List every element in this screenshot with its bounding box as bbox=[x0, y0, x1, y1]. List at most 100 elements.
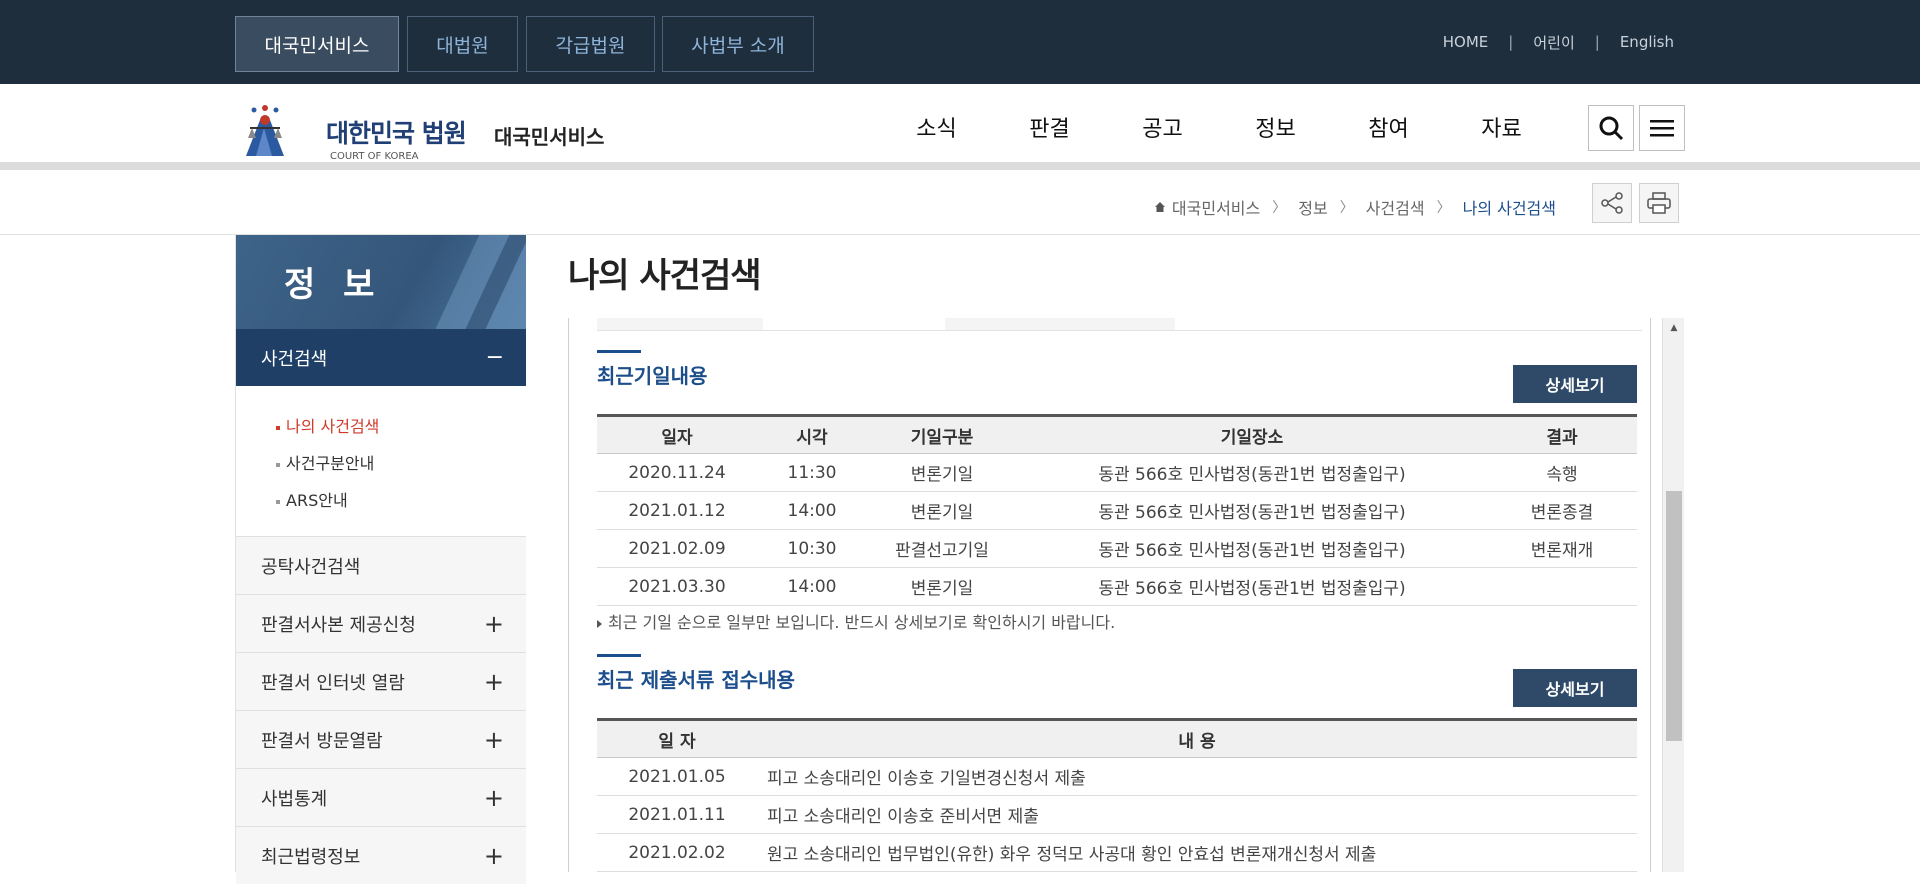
hearing-time: 14:00 bbox=[757, 567, 867, 606]
submenu-label: 나의 사건검색 bbox=[286, 417, 380, 436]
hearings-section-title: 최근기일내용 bbox=[597, 364, 708, 388]
bullet bbox=[276, 425, 280, 430]
utility-links: HOME | 어린이 | English bbox=[1443, 0, 1674, 84]
panel-scrollbar[interactable]: ▲ bbox=[1662, 318, 1684, 872]
nav-notice[interactable]: 공고 bbox=[1106, 84, 1219, 170]
nav-judgment[interactable]: 판결 bbox=[993, 84, 1106, 170]
hamburger-icon bbox=[1650, 120, 1674, 137]
nav-info[interactable]: 정보 bbox=[1219, 84, 1332, 170]
column-header: 일자 bbox=[597, 414, 757, 454]
hearing-result: 속행 bbox=[1487, 453, 1637, 492]
search-button[interactable] bbox=[1588, 105, 1634, 151]
filing-date: 2021.01.05 bbox=[597, 757, 757, 796]
main-nav: 소식 판결 공고 정보 참여 자료 bbox=[880, 84, 1558, 170]
sidebar-title: 정 보 bbox=[284, 265, 383, 305]
hearing-type: 변론기일 bbox=[867, 491, 1017, 530]
nav-participation[interactable]: 참여 bbox=[1332, 84, 1445, 170]
column-header: 결과 bbox=[1487, 414, 1637, 454]
breadcrumb-item[interactable]: 사건검색 bbox=[1366, 195, 1425, 219]
filings-detail-button[interactable]: 상세보기 bbox=[1513, 669, 1637, 707]
breadcrumb-item[interactable]: 정보 bbox=[1298, 195, 1327, 219]
hearings-detail-button[interactable]: 상세보기 bbox=[1513, 365, 1637, 403]
tab-placeholder[interactable] bbox=[597, 318, 763, 330]
hearing-date: 2021.01.12 bbox=[597, 491, 757, 530]
sidebar-item-label: 공탁사건검색 bbox=[261, 556, 361, 578]
tab-courts[interactable]: 각급법원 bbox=[526, 16, 655, 72]
logo-title: 대한민국 법원 bbox=[326, 119, 467, 148]
sidebar-item-label: 판결서사본 제공신청 bbox=[261, 614, 416, 636]
tab-strip bbox=[597, 318, 1642, 331]
expand-icon: + bbox=[483, 667, 504, 696]
sidebar-item-judgment-visit[interactable]: 판결서 방문열람 + bbox=[236, 710, 526, 768]
hearing-date: 2020.11.24 bbox=[597, 453, 757, 492]
section-marker bbox=[597, 350, 641, 353]
note-text: 최근 기일 순으로 일부만 보입니다. 반드시 상세보기로 확인하시기 바랍니다… bbox=[608, 613, 1116, 632]
sidebar-item-label: 최근법령정보 bbox=[261, 846, 361, 868]
submenu-case-type-guide[interactable]: 사건구분안내 bbox=[276, 450, 374, 474]
hearing-place: 동관 566호 민사법정(동관1번 법정출입구) bbox=[1017, 453, 1487, 492]
english-link[interactable]: English bbox=[1620, 33, 1674, 51]
table-row: 2021.01.12 14:00 변론기일 동관 566호 민사법정(동관1번 … bbox=[597, 491, 1637, 530]
share-button[interactable] bbox=[1592, 183, 1632, 223]
column-header: 기일구분 bbox=[867, 414, 1017, 454]
print-button[interactable] bbox=[1639, 183, 1679, 223]
expand-icon: + bbox=[483, 725, 504, 754]
sidebar-item-case-search[interactable]: 사건검색 − bbox=[236, 329, 526, 386]
scroll-up-arrow-icon[interactable]: ▲ bbox=[1663, 318, 1685, 338]
chevron-right-icon: 〉 bbox=[1436, 199, 1451, 216]
hearing-result bbox=[1487, 567, 1637, 606]
table-header-row: 일 자 내 용 bbox=[597, 718, 1637, 758]
submenu-my-case-search[interactable]: 나의 사건검색 bbox=[276, 413, 379, 437]
sidebar-item-judgment-copy[interactable]: 판결서사본 제공신청 + bbox=[236, 594, 526, 652]
court-logo[interactable]: 대한민국 법원 COURT OF KOREA 대국민서비스 bbox=[234, 94, 614, 164]
hearing-date: 2021.03.30 bbox=[597, 567, 757, 606]
filing-date: 2021.01.11 bbox=[597, 795, 757, 834]
filing-content: 원고 소송대리인 법무법인(유한) 화우 정덕모 사공대 황인 안효섭 변론재개… bbox=[757, 833, 1637, 872]
table-row: 2020.11.24 11:30 변론기일 동관 566호 민사법정(동관1번 … bbox=[597, 453, 1637, 492]
breadcrumb: 대국민서비스 〉 정보 〉 사건검색 〉 나의 사건검색 bbox=[1154, 178, 1556, 235]
kids-link[interactable]: 어린이 bbox=[1533, 32, 1574, 53]
expand-icon: + bbox=[483, 609, 504, 638]
scroll-thumb[interactable] bbox=[1666, 491, 1682, 741]
hearing-time: 10:30 bbox=[757, 529, 867, 568]
search-icon bbox=[1599, 116, 1624, 141]
sidebar-item-label: 판결서 인터넷 열람 bbox=[261, 672, 405, 694]
hearing-place: 동관 566호 민사법정(동관1번 법정출입구) bbox=[1017, 529, 1487, 568]
sidebar-header: 정 보 bbox=[236, 235, 526, 329]
bullet bbox=[276, 499, 280, 504]
tab-public-service[interactable]: 대국민서비스 bbox=[235, 16, 399, 72]
home-icon[interactable] bbox=[1154, 201, 1166, 213]
hearings-note: 최근 기일 순으로 일부만 보입니다. 반드시 상세보기로 확인하시기 바랍니다… bbox=[597, 609, 1115, 633]
tab-supreme-court[interactable]: 대법원 bbox=[407, 16, 518, 72]
separator: | bbox=[1508, 33, 1514, 51]
filing-date: 2021.02.02 bbox=[597, 833, 757, 872]
tab-placeholder[interactable] bbox=[945, 318, 1175, 330]
submenu-ars-guide[interactable]: ARS안내 bbox=[276, 487, 348, 511]
sidebar-item-judgment-online[interactable]: 판결서 인터넷 열람 + bbox=[236, 652, 526, 710]
hearing-place: 동관 566호 민사법정(동관1번 법정출입구) bbox=[1017, 567, 1487, 606]
hearing-result: 변론재개 bbox=[1487, 529, 1637, 568]
nav-materials[interactable]: 자료 bbox=[1445, 84, 1558, 170]
submenu-label: ARS안내 bbox=[286, 491, 348, 510]
hearings-table: 일자 시각 기일구분 기일장소 결과 2020.11.24 11:30 변론기일… bbox=[597, 414, 1637, 606]
column-header: 일 자 bbox=[597, 718, 757, 758]
sidebar-item-deposit-search[interactable]: 공탁사건검색 bbox=[236, 536, 526, 594]
tab-judiciary-intro[interactable]: 사법부 소개 bbox=[662, 16, 814, 72]
column-header: 기일장소 bbox=[1017, 414, 1487, 454]
triangle-bullet-icon bbox=[597, 619, 602, 628]
sidebar-item-statistics[interactable]: 사법통계 + bbox=[236, 768, 526, 826]
table-row: 2021.02.09 10:30 판결선고기일 동관 566호 민사법정(동관1… bbox=[597, 529, 1637, 568]
header: 대한민국 법원 COURT OF KOREA 대국민서비스 소식 판결 공고 정… bbox=[0, 84, 1920, 170]
nav-news[interactable]: 소식 bbox=[880, 84, 993, 170]
section-marker bbox=[597, 654, 641, 657]
breadcrumb-item[interactable]: 대국민서비스 bbox=[1172, 195, 1260, 219]
page-title: 나의 사건검색 bbox=[568, 256, 762, 296]
hearing-time: 11:30 bbox=[757, 453, 867, 492]
table-row: 2021.02.02 원고 소송대리인 법무법인(유한) 화우 정덕모 사공대 … bbox=[597, 833, 1637, 872]
sidebar-item-recent-laws[interactable]: 최근법령정보 + bbox=[236, 826, 526, 884]
menu-button[interactable] bbox=[1639, 105, 1685, 151]
table-row: 2021.03.30 14:00 변론기일 동관 566호 민사법정(동관1번 … bbox=[597, 567, 1637, 606]
printer-icon bbox=[1647, 192, 1671, 214]
hearing-type: 변론기일 bbox=[867, 453, 1017, 492]
home-link[interactable]: HOME bbox=[1443, 33, 1489, 51]
